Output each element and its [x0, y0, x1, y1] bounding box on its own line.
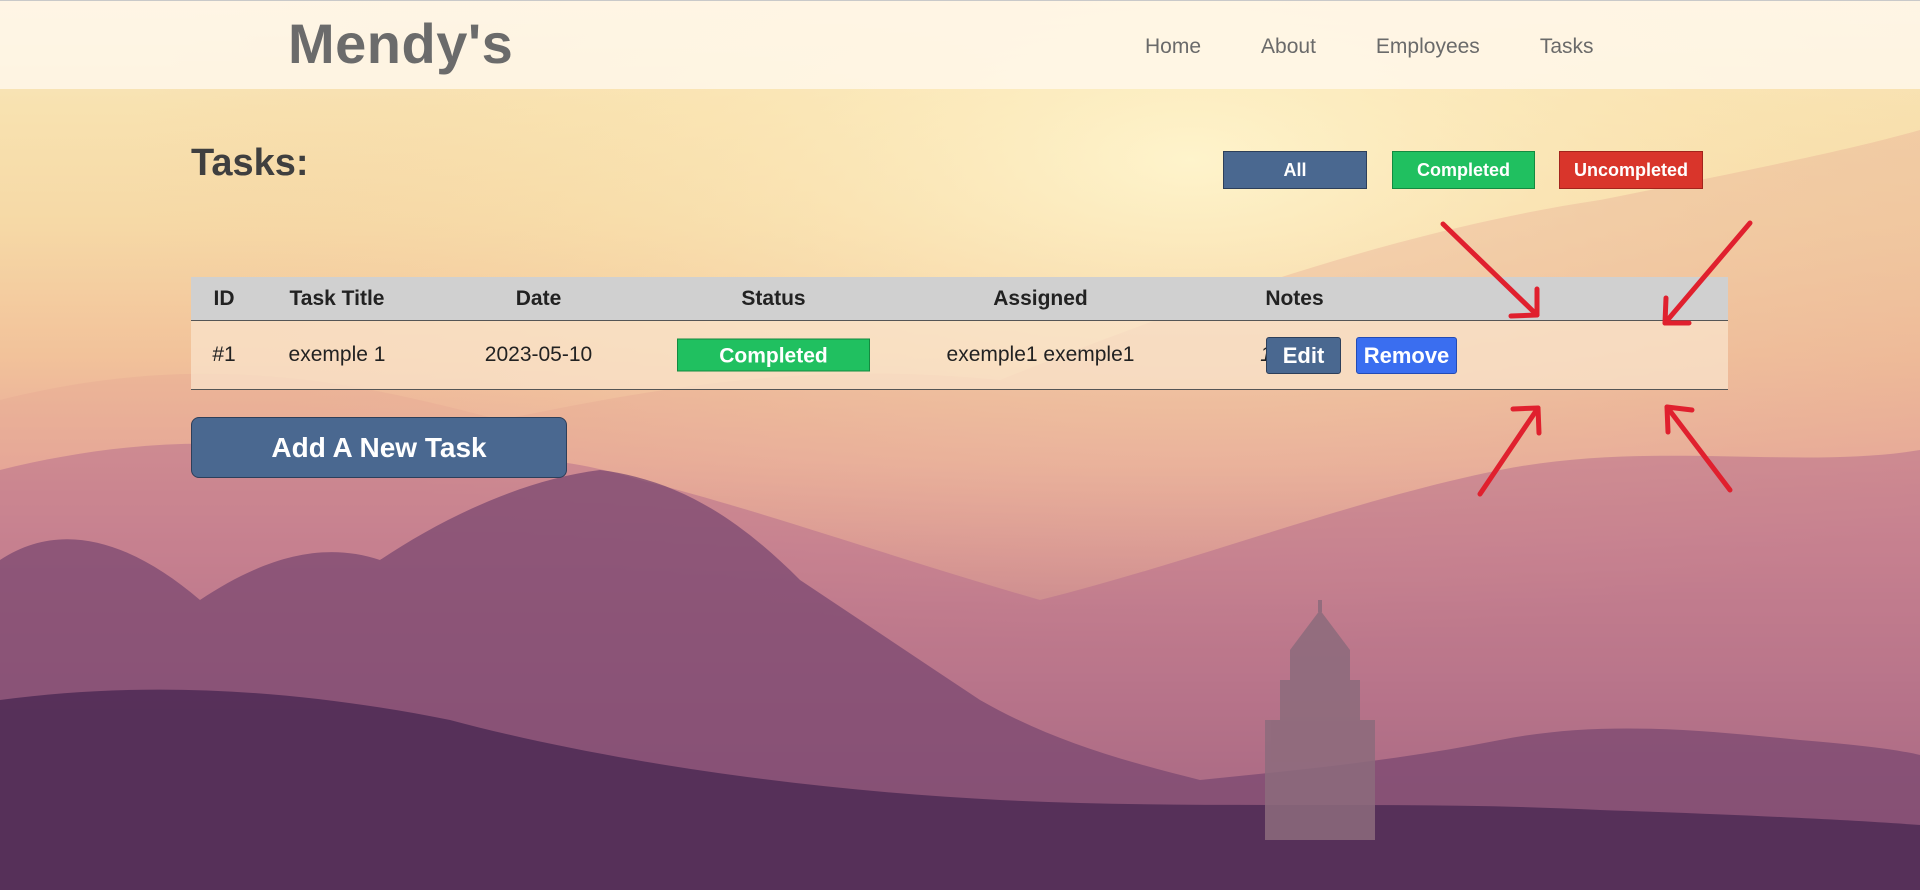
table-row: #1 exemple 1 2023-05-10 Completed exempl…	[191, 321, 1728, 390]
cell-task-title: exemple 1	[288, 343, 386, 366]
filter-all-button[interactable]: All	[1223, 151, 1367, 189]
cell-id: #1	[212, 343, 236, 366]
filter-completed-button[interactable]: Completed	[1392, 151, 1535, 189]
add-new-task-button[interactable]: Add A New Task	[191, 417, 567, 478]
header-status: Status	[741, 286, 806, 310]
header-assigned: Assigned	[993, 286, 1088, 310]
status-badge: Completed	[677, 338, 870, 372]
page-title: Tasks:	[191, 142, 309, 184]
tasks-table: ID Task Title Date Status Assigned Notes…	[191, 277, 1728, 390]
header-date: Date	[515, 286, 562, 310]
header-task-title: Task Title	[289, 286, 385, 310]
remove-task-button[interactable]: Remove	[1356, 337, 1457, 374]
header-id: ID	[213, 286, 235, 310]
header-notes: Notes	[1265, 286, 1324, 310]
main-content: Tasks: All Completed Uncompleted ID Task…	[0, 0, 1920, 890]
filter-uncompleted-button[interactable]: Uncompleted	[1559, 151, 1703, 189]
table-header-row: ID Task Title Date Status Assigned Notes	[191, 277, 1728, 321]
cell-status: Completed	[660, 338, 887, 372]
edit-task-button[interactable]: Edit	[1266, 337, 1341, 374]
cell-date: 2023-05-10	[484, 343, 593, 366]
cell-assigned: exemple1 exemple1	[946, 343, 1135, 366]
